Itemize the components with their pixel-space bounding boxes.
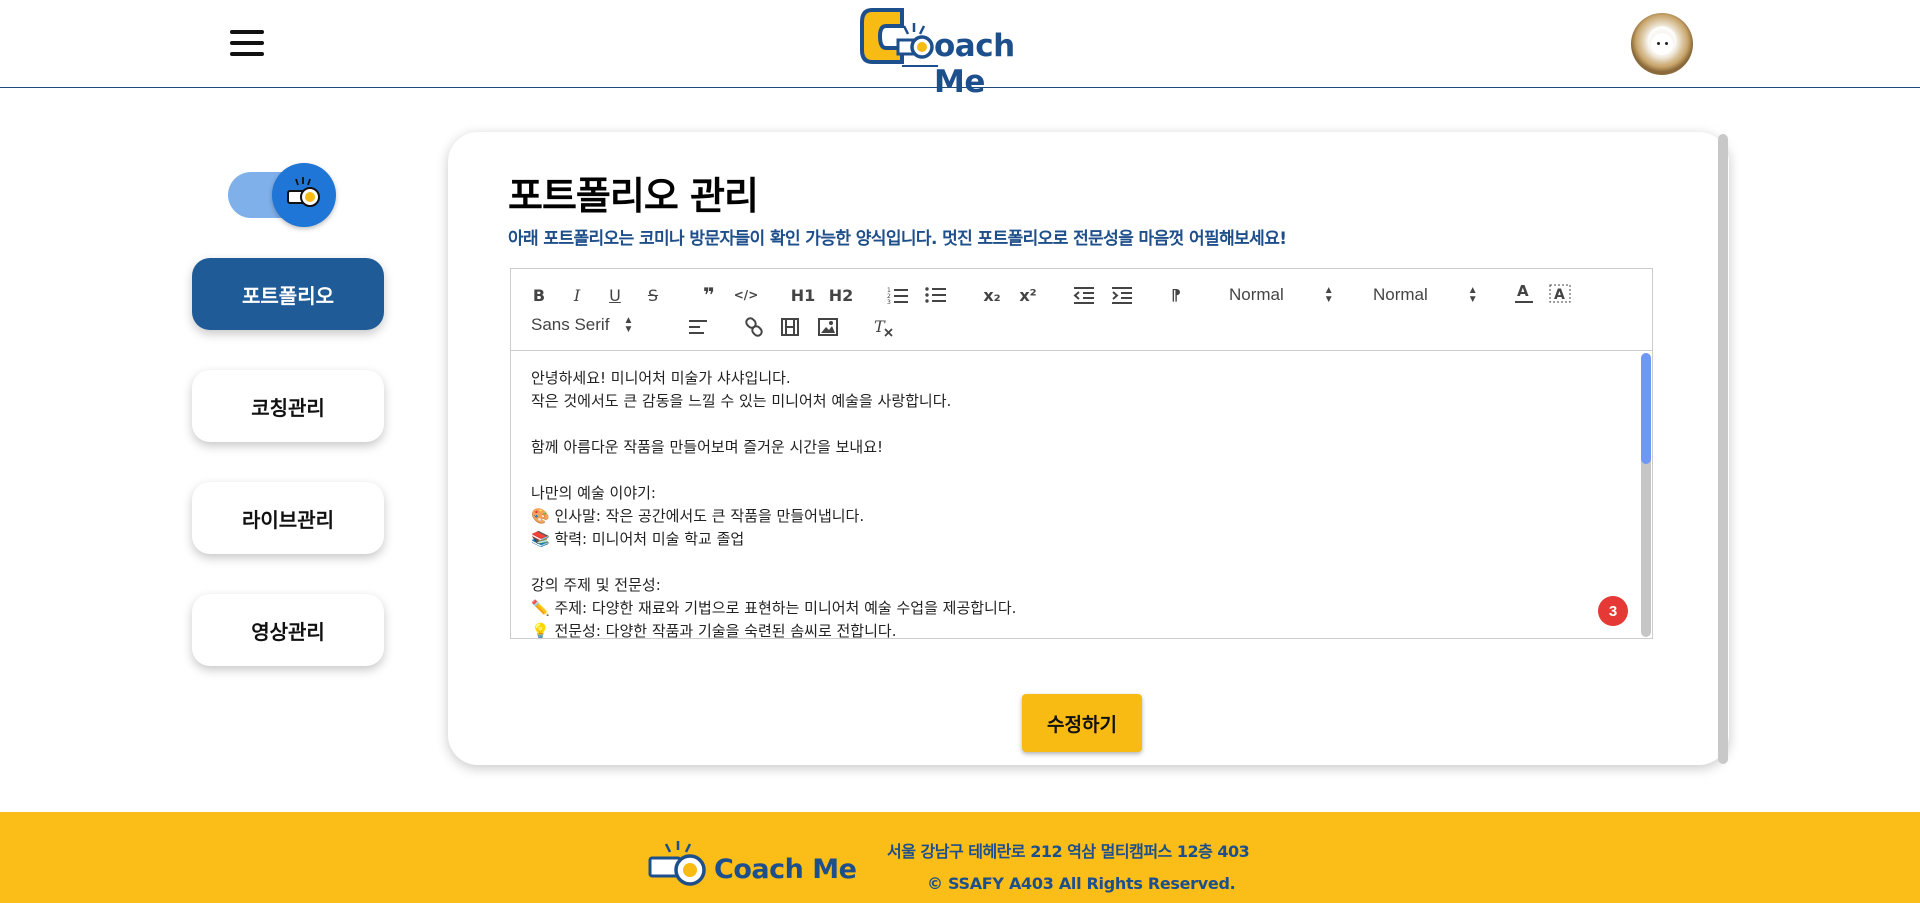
link-icon[interactable] <box>743 315 765 339</box>
logo-text: oach Me <box>934 28 1015 100</box>
svg-text:T: T <box>874 317 886 336</box>
svg-text:3: 3 <box>887 299 891 304</box>
whistle-c-logo-icon <box>860 8 938 67</box>
font-select[interactable]: Sans Serif ▲ ▼ <box>531 313 661 337</box>
content-line: 나만의 예술 이야기: <box>531 484 656 502</box>
select-chevron-icon: ▲ ▼ <box>623 315 634 335</box>
font-select-value: Sans Serif <box>531 315 610 334</box>
clear-format-icon[interactable]: T <box>873 315 895 339</box>
heading-1-button[interactable]: H1 <box>789 283 817 307</box>
footer-logo-text: Coach Me <box>714 854 857 885</box>
avatar-eye <box>1665 42 1668 45</box>
bold-button[interactable]: B <box>529 283 549 307</box>
editor-scrollbar-thumb[interactable] <box>1641 353 1651 464</box>
content-line: 🎨 인사말: 작은 공간에서도 큰 작품을 만들어냅니다. <box>531 507 865 525</box>
sidebar-item-video[interactable]: 영상관리 <box>192 594 384 666</box>
select-chevron-icon: ▲ ▼ <box>1323 285 1334 305</box>
profile-avatar[interactable] <box>1631 13 1693 75</box>
coach-me-logo[interactable]: oach Me <box>858 6 1048 100</box>
content-line: 💡 전문성: 다양한 작품과 기술을 숙련된 솜씨로 전합니다. <box>531 622 897 638</box>
editor-toolbar: B I U S ❞ </> H1 H2 123 x₂ x² ⁋ Normal ▲… <box>511 269 1652 351</box>
underline-button[interactable]: U <box>605 283 625 307</box>
subscript-button[interactable]: x₂ <box>979 283 1005 307</box>
avatar-eye <box>1657 42 1660 45</box>
strike-button[interactable]: S <box>643 283 663 307</box>
video-icon[interactable] <box>779 315 801 339</box>
svg-text:A: A <box>1517 282 1529 300</box>
bullet-list-icon[interactable] <box>923 283 949 307</box>
sidebar-item-coaching[interactable]: 코칭관리 <box>192 370 384 442</box>
sidebar-item-live[interactable]: 라이브관리 <box>192 482 384 554</box>
header-select-value: Normal <box>1373 285 1428 304</box>
footer-address: 서울 강남구 테헤란로 212 역삼 멀티캠퍼스 12층 403 <box>887 842 1250 861</box>
ordered-list-icon[interactable]: 123 <box>885 283 911 307</box>
size-select[interactable]: Normal ▲ ▼ <box>1229 283 1339 307</box>
text-direction-button[interactable]: ⁋ <box>1165 283 1187 307</box>
indent-icon[interactable] <box>1109 283 1135 307</box>
page-subtitle: 아래 포트폴리오는 코미나 방문자들이 확인 가능한 양식입니다. 멋진 포트폴… <box>508 229 1287 249</box>
editor-content-area[interactable]: 안녕하세요! 미니어처 미술가 샤샤입니다. 작은 것에서도 큰 감동을 느낄 … <box>511 352 1652 638</box>
avatar-dog-face <box>1651 33 1673 55</box>
footer-whistle-logo-icon <box>648 841 706 886</box>
image-icon[interactable] <box>817 315 839 339</box>
select-chevron-icon: ▲ ▼ <box>1467 285 1478 305</box>
content-line <box>531 459 1632 482</box>
content-line: 📚 학력: 미니어처 미술 학교 졸업 <box>531 530 745 548</box>
footer-copyright: © SSAFY A403 All Rights Reserved. <box>927 874 1236 893</box>
heading-2-button[interactable]: H2 <box>827 283 855 307</box>
header-select[interactable]: Normal ▲ ▼ <box>1373 283 1483 307</box>
content-line: ✏️ 주제: 다양한 재료와 기법으로 표현하는 미니어처 예술 수업을 제공합… <box>531 599 1017 617</box>
content-line: 작은 것에서도 큰 감동을 느낄 수 있는 미니어처 예술을 사랑합니다. <box>531 392 952 410</box>
top-header: oach Me <box>0 0 1920 100</box>
content-line: 함께 아름다운 작품을 만들어보며 즐거운 시간을 보내요! <box>531 438 884 456</box>
italic-button[interactable]: I <box>567 283 587 307</box>
svg-text:A: A <box>1554 287 1565 303</box>
size-select-value: Normal <box>1229 285 1284 304</box>
content-line: 안녕하세요! 미니어처 미술가 샤샤입니다. <box>531 369 791 387</box>
background-color-icon[interactable]: A <box>1549 281 1571 305</box>
code-block-button[interactable]: </> <box>733 283 759 307</box>
hamburger-menu-icon[interactable] <box>230 30 268 58</box>
whistle-icon <box>287 177 320 207</box>
outdent-icon[interactable] <box>1071 283 1097 307</box>
blockquote-button[interactable]: ❞ <box>697 283 721 307</box>
align-icon[interactable] <box>687 315 709 339</box>
content-line <box>531 551 1632 574</box>
mode-toggle-knob[interactable] <box>272 163 336 227</box>
rich-text-editor: B I U S ❞ </> H1 H2 123 x₂ x² ⁋ Normal ▲… <box>510 268 1653 639</box>
page-scrollbar[interactable] <box>1718 134 1728 764</box>
save-button[interactable]: 수정하기 <box>1022 694 1142 752</box>
page-title: 포트폴리오 관리 <box>508 174 759 218</box>
font-color-icon[interactable]: A <box>1513 281 1535 305</box>
notification-badge[interactable]: 3 <box>1598 596 1628 626</box>
content-line: 강의 주제 및 전문성: <box>531 576 661 594</box>
content-line <box>531 413 1632 436</box>
sidebar-item-portfolio[interactable]: 포트폴리오 <box>192 258 384 330</box>
superscript-button[interactable]: x² <box>1015 283 1041 307</box>
